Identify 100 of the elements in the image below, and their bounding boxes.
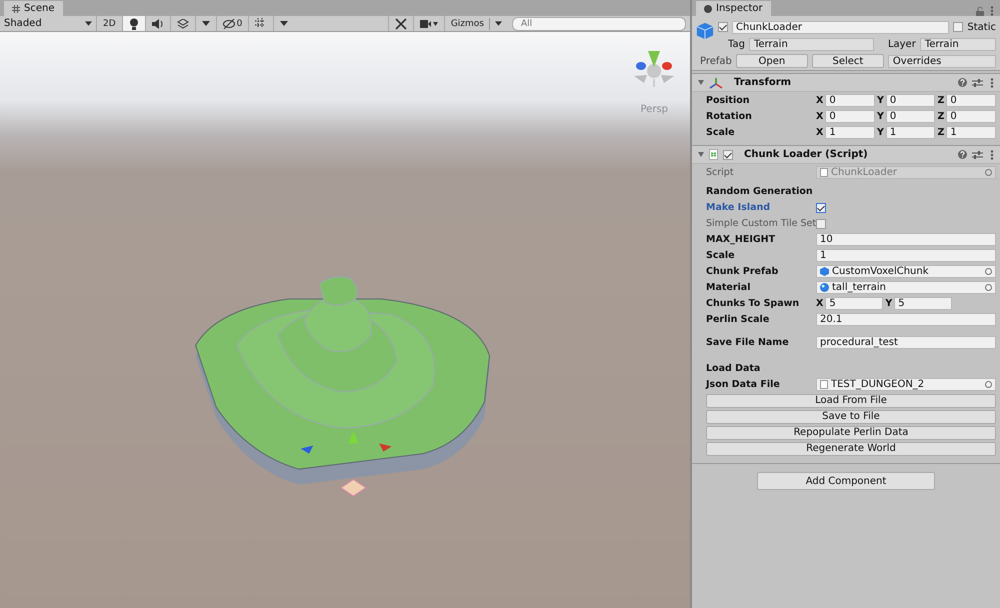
axis-value-field[interactable]: 5 <box>894 297 952 310</box>
speaker-icon <box>152 18 164 28</box>
property-label: Rotation <box>706 111 753 122</box>
object-field[interactable]: CustomVoxelChunk <box>816 265 996 278</box>
action-button[interactable]: Save to File <box>706 410 996 424</box>
eye-slash-icon <box>222 18 235 28</box>
property-label: Save File Name <box>706 337 790 348</box>
axis-label: X <box>816 298 824 309</box>
property-label: Simple Custom Tile Set <box>706 218 816 229</box>
axis-label: Z <box>937 127 944 138</box>
file-icon <box>820 168 828 177</box>
axis-value-field[interactable]: 0 <box>946 94 996 107</box>
object-picker-icon[interactable] <box>985 268 992 275</box>
axis-value-field[interactable]: 1 <box>886 126 936 139</box>
script-icon <box>709 149 718 160</box>
object-picker-icon[interactable] <box>985 381 992 388</box>
overrides-dropdown[interactable]: Overrides <box>888 54 996 68</box>
axes-icon <box>709 76 723 88</box>
property-label: Perlin Scale <box>706 314 770 325</box>
object-name: tall_terrain <box>832 282 887 293</box>
sliders-icon[interactable] <box>972 150 983 160</box>
search-field[interactable]: All <box>512 16 686 30</box>
property-label: Chunks To Spawn <box>706 298 800 309</box>
object-picker-icon[interactable] <box>985 284 992 291</box>
section-header: Load Data <box>706 363 762 374</box>
menu-icon[interactable] <box>988 6 996 16</box>
prefab-button[interactable]: Open <box>736 54 808 68</box>
component-title: Transform <box>734 77 792 88</box>
property-label: Make Island <box>706 202 772 213</box>
add-component-button[interactable]: Add Component <box>757 472 935 490</box>
object-field[interactable]: tall_terrain <box>816 281 996 294</box>
axis-label: X <box>816 127 824 138</box>
object-field[interactable]: TEST_DUNGEON_2 <box>816 378 996 391</box>
axis-value-field[interactable]: 1 <box>825 126 875 139</box>
value-field[interactable]: procedural_test <box>816 336 996 349</box>
property-label: Scale <box>706 250 736 261</box>
static-checkbox[interactable] <box>953 22 964 32</box>
tag-label: Tag <box>728 38 745 50</box>
sliders-icon[interactable] <box>972 78 983 88</box>
caret-icon <box>495 21 502 26</box>
action-button[interactable]: Load From File <box>706 394 996 408</box>
property-label: Script <box>706 167 735 178</box>
value-field[interactable]: 20.1 <box>816 313 996 326</box>
inspector-tab[interactable]: Inspector <box>696 1 771 16</box>
property-checkbox[interactable] <box>816 202 826 212</box>
axis-value-field[interactable]: 1 <box>946 126 996 139</box>
axis-label: X <box>816 111 824 122</box>
axis-value-field[interactable]: 5 <box>825 297 884 310</box>
prefab-button[interactable]: Select <box>812 54 884 68</box>
axis-label: Z <box>937 95 944 106</box>
section-header: Random Generation <box>706 186 814 197</box>
caret-icon <box>85 21 92 26</box>
property-label: Material <box>706 282 752 293</box>
object-name: ChunkLoader <box>831 167 898 178</box>
grid-icon <box>12 4 20 12</box>
axis-label: Y <box>885 298 892 309</box>
sphere-icon <box>820 283 829 292</box>
active-checkbox[interactable] <box>718 22 728 32</box>
menu-icon[interactable] <box>988 150 996 160</box>
name-field[interactable]: ChunkLoader <box>732 20 950 34</box>
axis-label: Y <box>876 127 884 138</box>
axis-label: Z <box>937 111 944 122</box>
property-label: Scale <box>706 127 736 138</box>
property-checkbox[interactable] <box>816 218 826 228</box>
axis-label: Y <box>876 111 884 122</box>
help-icon[interactable] <box>958 78 967 87</box>
cube-icon <box>696 22 714 40</box>
property-label: Position <box>706 95 750 106</box>
layer-label: Layer <box>888 38 916 50</box>
layers-icon <box>176 18 189 28</box>
object-name: CustomVoxelChunk <box>832 266 930 277</box>
action-button[interactable]: Repopulate Perlin Data <box>706 426 996 440</box>
help-icon[interactable] <box>958 150 967 159</box>
lock-icon[interactable] <box>976 7 984 16</box>
property-label: MAX_HEIGHT <box>706 234 776 245</box>
object-name: TEST_DUNGEON_2 <box>831 379 926 390</box>
static-label: Static <box>967 22 996 32</box>
scene-tab[interactable]: Scene <box>4 1 62 16</box>
layer-dropdown[interactable]: Terrain <box>920 38 996 50</box>
prefab-label: Prefab <box>700 56 732 66</box>
value-field[interactable]: 10 <box>816 233 996 246</box>
axis-value-field[interactable]: 0 <box>825 94 875 107</box>
axis-label: Y <box>876 95 884 106</box>
axis-value-field[interactable]: 0 <box>886 110 936 123</box>
enabled-checkbox[interactable] <box>723 150 733 160</box>
info-icon <box>704 4 712 12</box>
axis-value-field[interactable]: 0 <box>946 110 996 123</box>
value-field[interactable]: 1 <box>816 249 996 262</box>
component-title: Chunk Loader (Script) <box>744 149 868 160</box>
axis-value-field[interactable]: 0 <box>886 94 936 107</box>
foldout-arrow-icon[interactable] <box>698 80 704 85</box>
file-icon <box>820 380 828 389</box>
menu-icon[interactable] <box>988 78 996 88</box>
axis-value-field[interactable]: 0 <box>825 110 875 123</box>
foldout-arrow-icon[interactable] <box>698 152 704 157</box>
action-button[interactable]: Regenerate World <box>706 442 996 456</box>
cube-icon <box>820 267 829 276</box>
tag-dropdown[interactable]: Terrain <box>748 38 874 50</box>
lighting-toggle[interactable] <box>122 16 145 31</box>
axis-label: X <box>816 95 824 106</box>
